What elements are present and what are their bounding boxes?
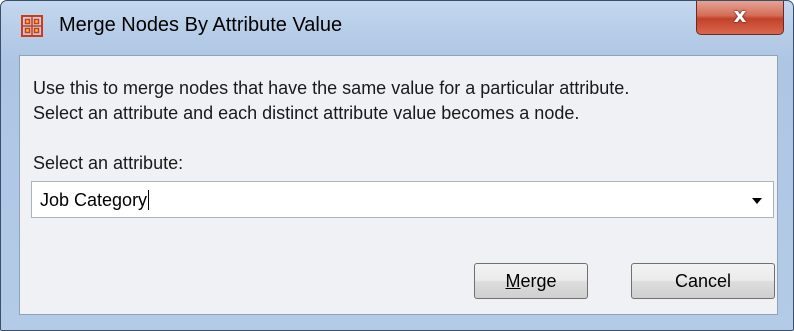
close-icon: x	[733, 3, 747, 27]
cancel-button[interactable]: Cancel	[631, 263, 775, 299]
cancel-button-label: Cancel	[674, 271, 732, 291]
merge-button-label: erge	[520, 271, 557, 291]
attribute-combobox[interactable]: Job Category	[31, 181, 774, 218]
chevron-down-icon[interactable]	[752, 198, 762, 204]
merge-button-mnemonic: M	[505, 271, 521, 291]
selected-attribute-text: Job Category	[40, 190, 148, 210]
window-title: Merge Nodes By Attribute Value	[59, 14, 343, 36]
dialog-window: Merge Nodes By Attribute Value x Use thi…	[0, 0, 794, 331]
dialog-content: Use this to merge nodes that have the sa…	[19, 55, 778, 315]
description-line-1: Use this to merge nodes that have the sa…	[33, 78, 630, 98]
close-button[interactable]: x	[696, 1, 784, 35]
description-line-2: Select an attribute and each distinct at…	[33, 103, 580, 123]
attribute-select-label: Select an attribute:	[33, 153, 184, 173]
description-text: Use this to merge nodes that have the sa…	[33, 76, 629, 126]
attribute-combobox-value[interactable]: Job Category	[40, 190, 150, 211]
title-bar[interactable]: Merge Nodes By Attribute Value x	[1, 1, 793, 51]
network-nodes-icon	[21, 15, 43, 37]
text-caret	[148, 190, 150, 210]
merge-button[interactable]: Merge	[474, 263, 588, 299]
